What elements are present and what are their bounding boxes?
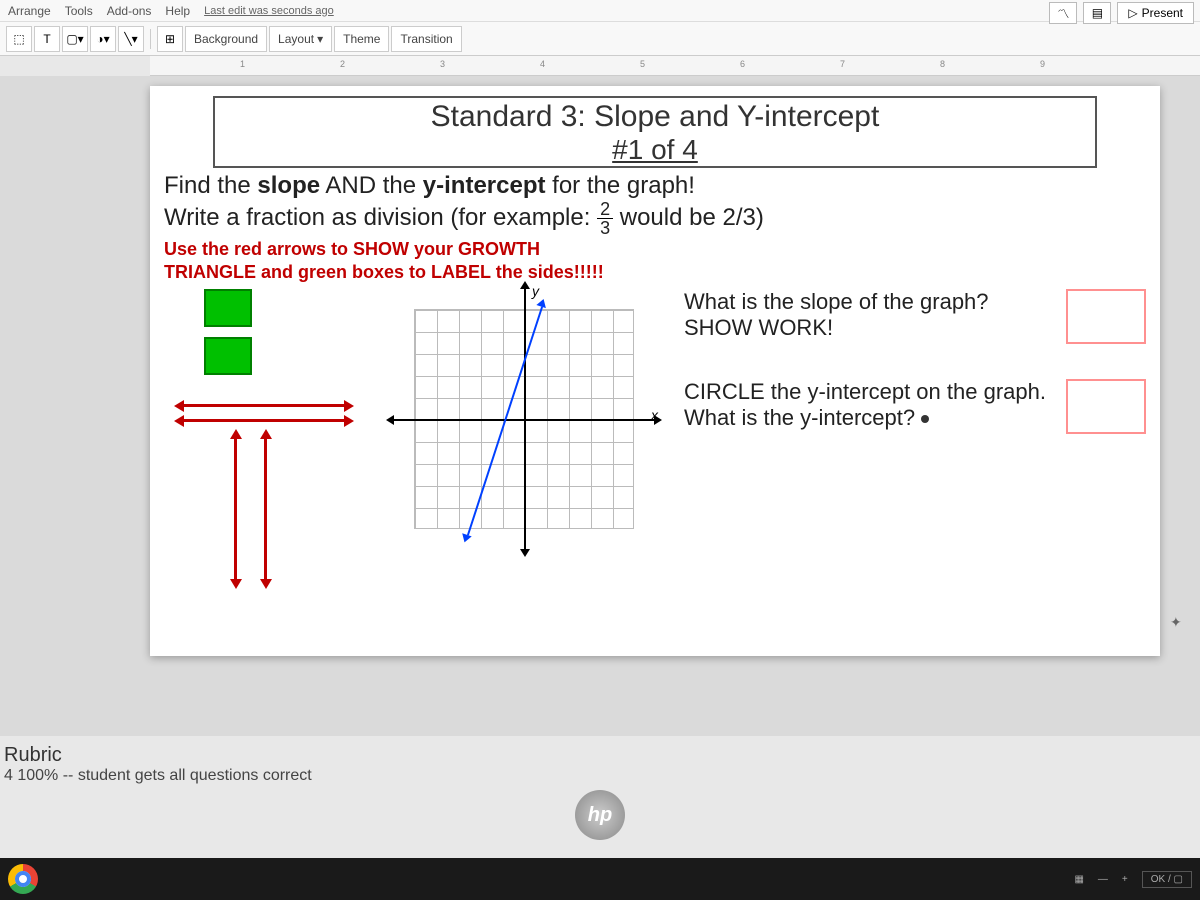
red-arrow-vertical[interactable] <box>264 439 267 579</box>
questions-column: What is the slope of the graph? SHOW WOR… <box>684 289 1146 589</box>
green-label-box[interactable] <box>204 337 252 375</box>
question-yintercept: CIRCLE the y-intercept on the graph. Wha… <box>684 379 1051 431</box>
ruler-mark: 8 <box>940 59 945 69</box>
red-instruction-1: Use the red arrows to SHOW your GROWTH <box>164 239 1146 260</box>
comments-icon[interactable]: ▤ <box>1083 2 1111 24</box>
x-axis-label: x <box>651 407 658 423</box>
toolbar-separator <box>150 29 151 49</box>
hp-logo: hp <box>575 790 625 840</box>
canvas-area[interactable]: Standard 3: Slope and Y-intercept #1 of … <box>0 76 1200 736</box>
menu-addons[interactable]: Add-ons <box>107 4 152 18</box>
menu-help[interactable]: Help <box>165 4 190 18</box>
coordinate-graph[interactable]: x y <box>394 289 654 549</box>
ruler-mark: 7 <box>840 59 845 69</box>
tray-icon[interactable]: — <box>1098 874 1108 885</box>
comment-tool-icon[interactable]: ⊞ <box>157 26 183 52</box>
speaker-notes[interactable]: Rubric 4 100% -- student gets all questi… <box>0 736 1200 793</box>
slide-subtitle: #1 of 4 <box>223 134 1087 166</box>
chrome-icon[interactable] <box>8 864 38 894</box>
y-axis <box>524 289 526 549</box>
green-label-box[interactable] <box>204 289 252 327</box>
tray-ok-button[interactable]: OK / ▢ <box>1142 871 1192 888</box>
menu-arrange[interactable]: Arrange <box>8 4 51 18</box>
transition-button[interactable]: Transition <box>391 26 461 52</box>
graph-column: x y <box>374 289 674 589</box>
instruction-line-2: Write a fraction as division (for exampl… <box>164 200 1146 237</box>
play-icon: ▷ <box>1128 6 1137 20</box>
red-instruction-2: TRIANGLE and green boxes to LABEL the si… <box>164 262 1146 283</box>
title-box[interactable]: Standard 3: Slope and Y-intercept #1 of … <box>213 96 1097 168</box>
select-tool-icon[interactable]: ⬚ <box>6 26 32 52</box>
shape-tool-icon[interactable]: ◑▾ <box>90 26 116 52</box>
notes-title: Rubric <box>4 744 1196 767</box>
ruler-mark: 3 <box>440 59 445 69</box>
system-tray: ▦ — + OK / ▢ <box>1074 871 1192 888</box>
tray-icon[interactable]: + <box>1122 874 1128 885</box>
ruler-mark: 9 <box>1040 59 1045 69</box>
chevron-down-icon: ▾ <box>317 32 323 46</box>
tools-column <box>164 289 364 589</box>
toolbar: ⬚ T ▢▾ ◑▾ ╲▾ ⊞ Background Layout▾ Theme … <box>0 22 1200 56</box>
ruler-mark: 1 <box>240 59 245 69</box>
explore-icon[interactable]: ✦ <box>1170 614 1192 636</box>
fraction-example: 23 <box>597 200 613 237</box>
textbox-tool-icon[interactable]: T <box>34 26 60 52</box>
ruler: 1 2 3 4 5 6 7 8 9 <box>150 56 1200 76</box>
red-arrow-vertical[interactable] <box>234 439 237 579</box>
red-arrow-horizontal[interactable] <box>184 419 344 422</box>
ruler-mark: 6 <box>740 59 745 69</box>
ruler-mark: 5 <box>640 59 645 69</box>
menu-tools[interactable]: Tools <box>65 4 93 18</box>
notes-line: 4 100% -- student gets all questions cor… <box>4 767 1196 785</box>
line-tool-icon[interactable]: ╲▾ <box>118 26 144 52</box>
work-area: x y What is the slope of the graph? SHOW… <box>164 289 1146 589</box>
bullet-dot-icon <box>921 415 929 423</box>
slide[interactable]: Standard 3: Slope and Y-intercept #1 of … <box>150 86 1160 656</box>
red-arrow-horizontal[interactable] <box>184 404 344 407</box>
theme-button[interactable]: Theme <box>334 26 389 52</box>
trend-icon[interactable]: 〽 <box>1049 2 1077 24</box>
image-tool-icon[interactable]: ▢▾ <box>62 26 88 52</box>
last-edit-link[interactable]: Last edit was seconds ago <box>204 5 334 17</box>
ruler-mark: 2 <box>340 59 345 69</box>
yintercept-answer-box[interactable] <box>1066 379 1146 434</box>
menu-bar: Arrange Tools Add-ons Help Last edit was… <box>0 0 1200 22</box>
layout-button[interactable]: Layout▾ <box>269 26 332 52</box>
instruction-line-1: Find the slope AND the y-intercept for t… <box>164 172 1146 200</box>
slide-title: Standard 3: Slope and Y-intercept <box>223 100 1087 134</box>
present-label: Present <box>1142 6 1183 20</box>
top-right-controls: 〽 ▤ ▷ Present <box>1049 2 1194 24</box>
question-slope: What is the slope of the graph? SHOW WOR… <box>684 289 1051 341</box>
present-button[interactable]: ▷ Present <box>1117 2 1194 24</box>
slope-answer-box[interactable] <box>1066 289 1146 344</box>
taskbar: ▦ — + OK / ▢ <box>0 858 1200 900</box>
tray-icon[interactable]: ▦ <box>1074 874 1083 885</box>
background-button[interactable]: Background <box>185 26 267 52</box>
ruler-mark: 4 <box>540 59 545 69</box>
